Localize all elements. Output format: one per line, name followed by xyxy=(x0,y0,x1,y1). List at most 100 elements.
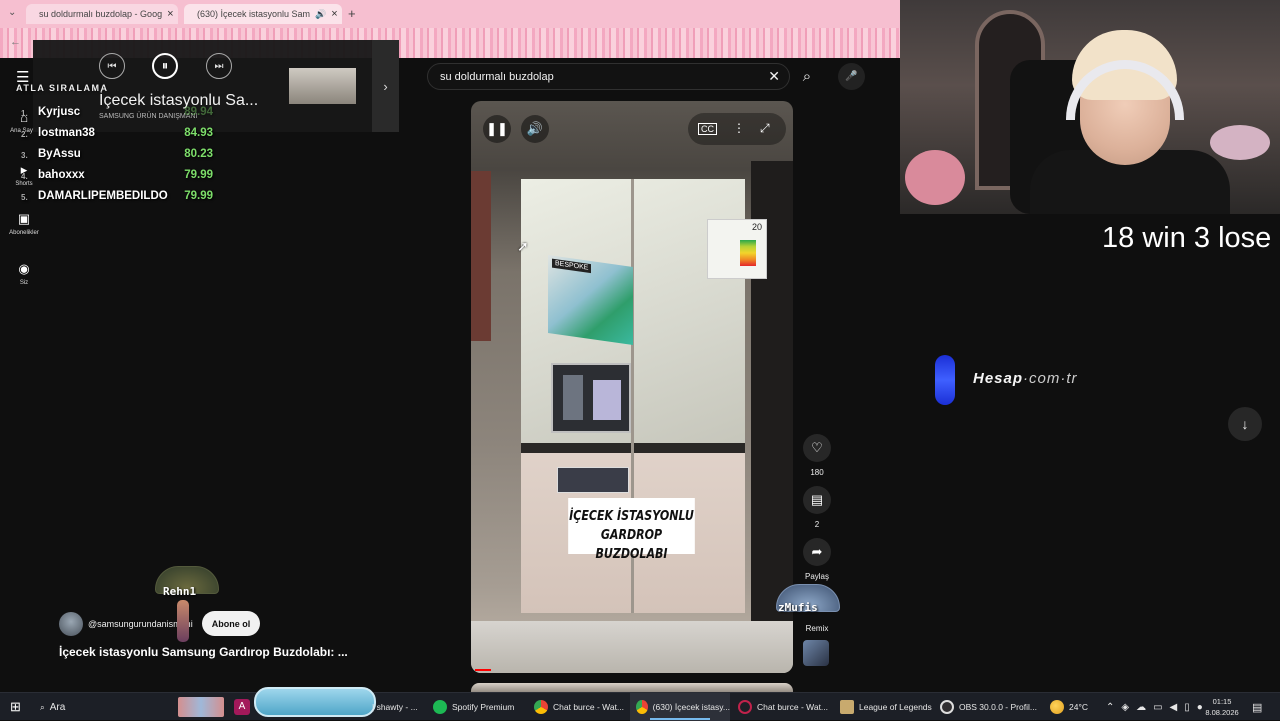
taskbar-app-label: Chat burce - Wat... xyxy=(553,702,625,712)
search-input[interactable]: su doldurmalı buzdolap ✕ xyxy=(427,63,790,90)
share-button[interactable]: ➦ xyxy=(803,538,831,566)
pause-button[interactable]: ⏸ xyxy=(152,53,178,79)
voice-search-button[interactable]: 🎤 xyxy=(838,63,865,90)
chrome-icon xyxy=(636,700,648,714)
speaker-icon[interactable]: 🔊 xyxy=(315,9,326,20)
app-icon[interactable]: A xyxy=(234,699,250,715)
sticker-text: BESPOKE xyxy=(552,258,592,274)
leaderboard-name: DAMARLIPEMBEDILDO xyxy=(38,190,168,202)
search-icon: ⌕ xyxy=(40,701,45,712)
system-tray[interactable]: ⌃ ◈ ☁ ▭ ◀ ▯ ● xyxy=(1106,693,1203,721)
leaderboard-score: 79.99 xyxy=(184,190,213,202)
leaderboard-score: 89.94 xyxy=(184,106,213,118)
leaderboard-score: 84.93 xyxy=(184,127,213,139)
share-label: Paylaş xyxy=(804,572,829,581)
tab-google-search[interactable]: su doldurmalı buzdolap - Goog × xyxy=(26,4,178,24)
volume-button[interactable]: 🔊 xyxy=(521,115,549,143)
taskbar-app-opera-chat[interactable]: Chat burce - Wat... xyxy=(738,693,828,721)
search-button[interactable]: ⌕ xyxy=(790,63,824,90)
taskbar-app-league[interactable]: League of Legends xyxy=(840,693,932,721)
taskbar-app-shawty[interactable]: | shawty - ... xyxy=(372,693,418,721)
sidebar-item-label: Siz xyxy=(19,280,29,286)
parachute-player-name: Rehn1 xyxy=(163,585,197,598)
discord-icon: ◈ xyxy=(1121,701,1130,713)
progress-bar[interactable] xyxy=(475,669,491,671)
cloud-icon: ☁ xyxy=(1136,701,1147,713)
chevron-up-icon: ⌃ xyxy=(1106,701,1115,713)
like-button[interactable]: ♡ xyxy=(803,434,831,462)
webcam-feed xyxy=(900,0,1280,214)
subscribe-button[interactable]: Abone ol xyxy=(202,611,260,636)
video-caption: İÇECEK İSTASYONLU GARDROP BUZDOLABI xyxy=(568,498,695,562)
leaderboard-row: 3. ByAssu 80.23 xyxy=(21,148,213,169)
notification-button[interactable]: ▤ xyxy=(1252,693,1262,721)
obs-icon xyxy=(940,700,954,714)
taskbar-app-spotify[interactable]: Spotify Premium xyxy=(433,693,514,721)
new-tab-button[interactable]: + xyxy=(348,6,356,21)
leaderboard-score: 79.99 xyxy=(184,169,213,181)
video-title[interactable]: İçecek istasyonlu Samsung Gardırop Buzdo… xyxy=(59,645,348,659)
notification-icon: ▤ xyxy=(1252,701,1263,714)
leaderboard-rank: 4. xyxy=(21,172,28,181)
clock[interactable]: 01:15 8.08.2026 xyxy=(1200,696,1244,718)
leaderboard-rank: 2. xyxy=(21,130,28,139)
tab-search-icon[interactable]: ⌄ xyxy=(8,7,16,18)
volume-icon: 🔊 xyxy=(526,121,544,136)
sidebar-item-subscriptions[interactable]: ▣ Abonelikler xyxy=(0,211,48,236)
previous-button[interactable]: ⏮ xyxy=(99,53,125,79)
video-pause-button[interactable]: ❚❚ xyxy=(483,115,511,143)
battery-icon: ▯ xyxy=(1184,701,1190,713)
more-options-icon[interactable]: ⋮ xyxy=(733,121,745,135)
taskbar-app-label: Spotify Premium xyxy=(452,702,515,712)
video-player[interactable]: BESPOKE 20 İÇECEK İSTASYONLU GARDROP BUZ… xyxy=(471,101,793,673)
opera-icon xyxy=(738,700,752,714)
next-video-button[interactable]: ↓ xyxy=(1228,407,1262,441)
tab-youtube-video[interactable]: (630) İçecek istasyonlu Sam 🔊 × xyxy=(184,4,342,24)
sponsor-tld: tr xyxy=(1066,370,1078,387)
pause-icon: ❚❚ xyxy=(486,121,508,136)
close-icon[interactable]: × xyxy=(167,8,173,20)
search-icon: ⌕ xyxy=(802,68,812,85)
comments-button[interactable]: ▤ xyxy=(803,486,831,514)
taskbar-app-label: (630) İçecek istasy... xyxy=(652,702,730,712)
clock-time: 01:15 xyxy=(1212,697,1232,706)
pause-icon: ⏸ xyxy=(161,58,169,73)
sponsor-domain: com xyxy=(1029,370,1061,387)
start-button[interactable]: ⊞ xyxy=(10,693,21,721)
taskbar: ⊞ ⌕ Ara A | shawty - ... Spotify Premium… xyxy=(0,687,1280,721)
next-button[interactable]: ⏭ xyxy=(206,53,232,79)
taskbar-search-label: Ara xyxy=(49,701,66,713)
user-icon: ◉ xyxy=(18,261,30,276)
leaderboard-title: ATLA SIRALAMA xyxy=(16,83,109,93)
tab-title: su doldurmalı buzdolap - Goog xyxy=(39,9,163,19)
taskbar-search[interactable]: ⌕ Ara xyxy=(40,693,65,721)
captions-icon[interactable]: CC xyxy=(698,123,717,135)
mini-player-expand[interactable]: › xyxy=(372,40,399,132)
leaderboard-name: lostman38 xyxy=(38,127,95,139)
taskbar-widget-icon[interactable] xyxy=(178,697,224,717)
avatar[interactable] xyxy=(59,612,83,636)
taskbar-app-youtube[interactable]: (630) İçecek istasy... xyxy=(630,693,730,721)
league-icon xyxy=(840,700,854,714)
sound-thumbnail[interactable] xyxy=(803,640,829,666)
comment-count: 2 xyxy=(814,520,820,529)
volume-icon: ◀ xyxy=(1169,701,1178,713)
clear-search-icon[interactable]: ✕ xyxy=(768,68,780,85)
caption-line: İÇECEK İSTASYONLU xyxy=(569,509,694,524)
comment-icon: ▤ xyxy=(810,492,824,507)
taskbar-app-chrome-chat[interactable]: Chat burce - Wat... xyxy=(534,693,624,721)
fullscreen-icon[interactable]: ⤢ xyxy=(760,121,770,136)
subscriptions-icon: ▣ xyxy=(17,211,31,226)
close-icon[interactable]: × xyxy=(331,8,337,20)
sidebar-item-you[interactable]: ◉ Siz xyxy=(0,261,48,286)
weather-widget[interactable]: 24°C xyxy=(1050,693,1088,721)
taskbar-app-obs[interactable]: OBS 30.0.0 - Profil... xyxy=(940,693,1037,721)
back-icon[interactable]: ← xyxy=(10,36,21,48)
leaderboard-row: 2. lostman38 84.93 xyxy=(21,127,213,148)
mini-player-thumbnail[interactable] xyxy=(289,68,356,104)
search-query: su doldurmalı buzdolap xyxy=(440,70,554,83)
sidebar-item-label: Shorts xyxy=(15,181,33,187)
leaderboard-rank: 5. xyxy=(21,193,28,202)
leaderboard-row: 1. Kyrjusc 89.94 xyxy=(21,106,213,127)
tab-title: (630) İçecek istasyonlu Sam xyxy=(197,9,311,19)
